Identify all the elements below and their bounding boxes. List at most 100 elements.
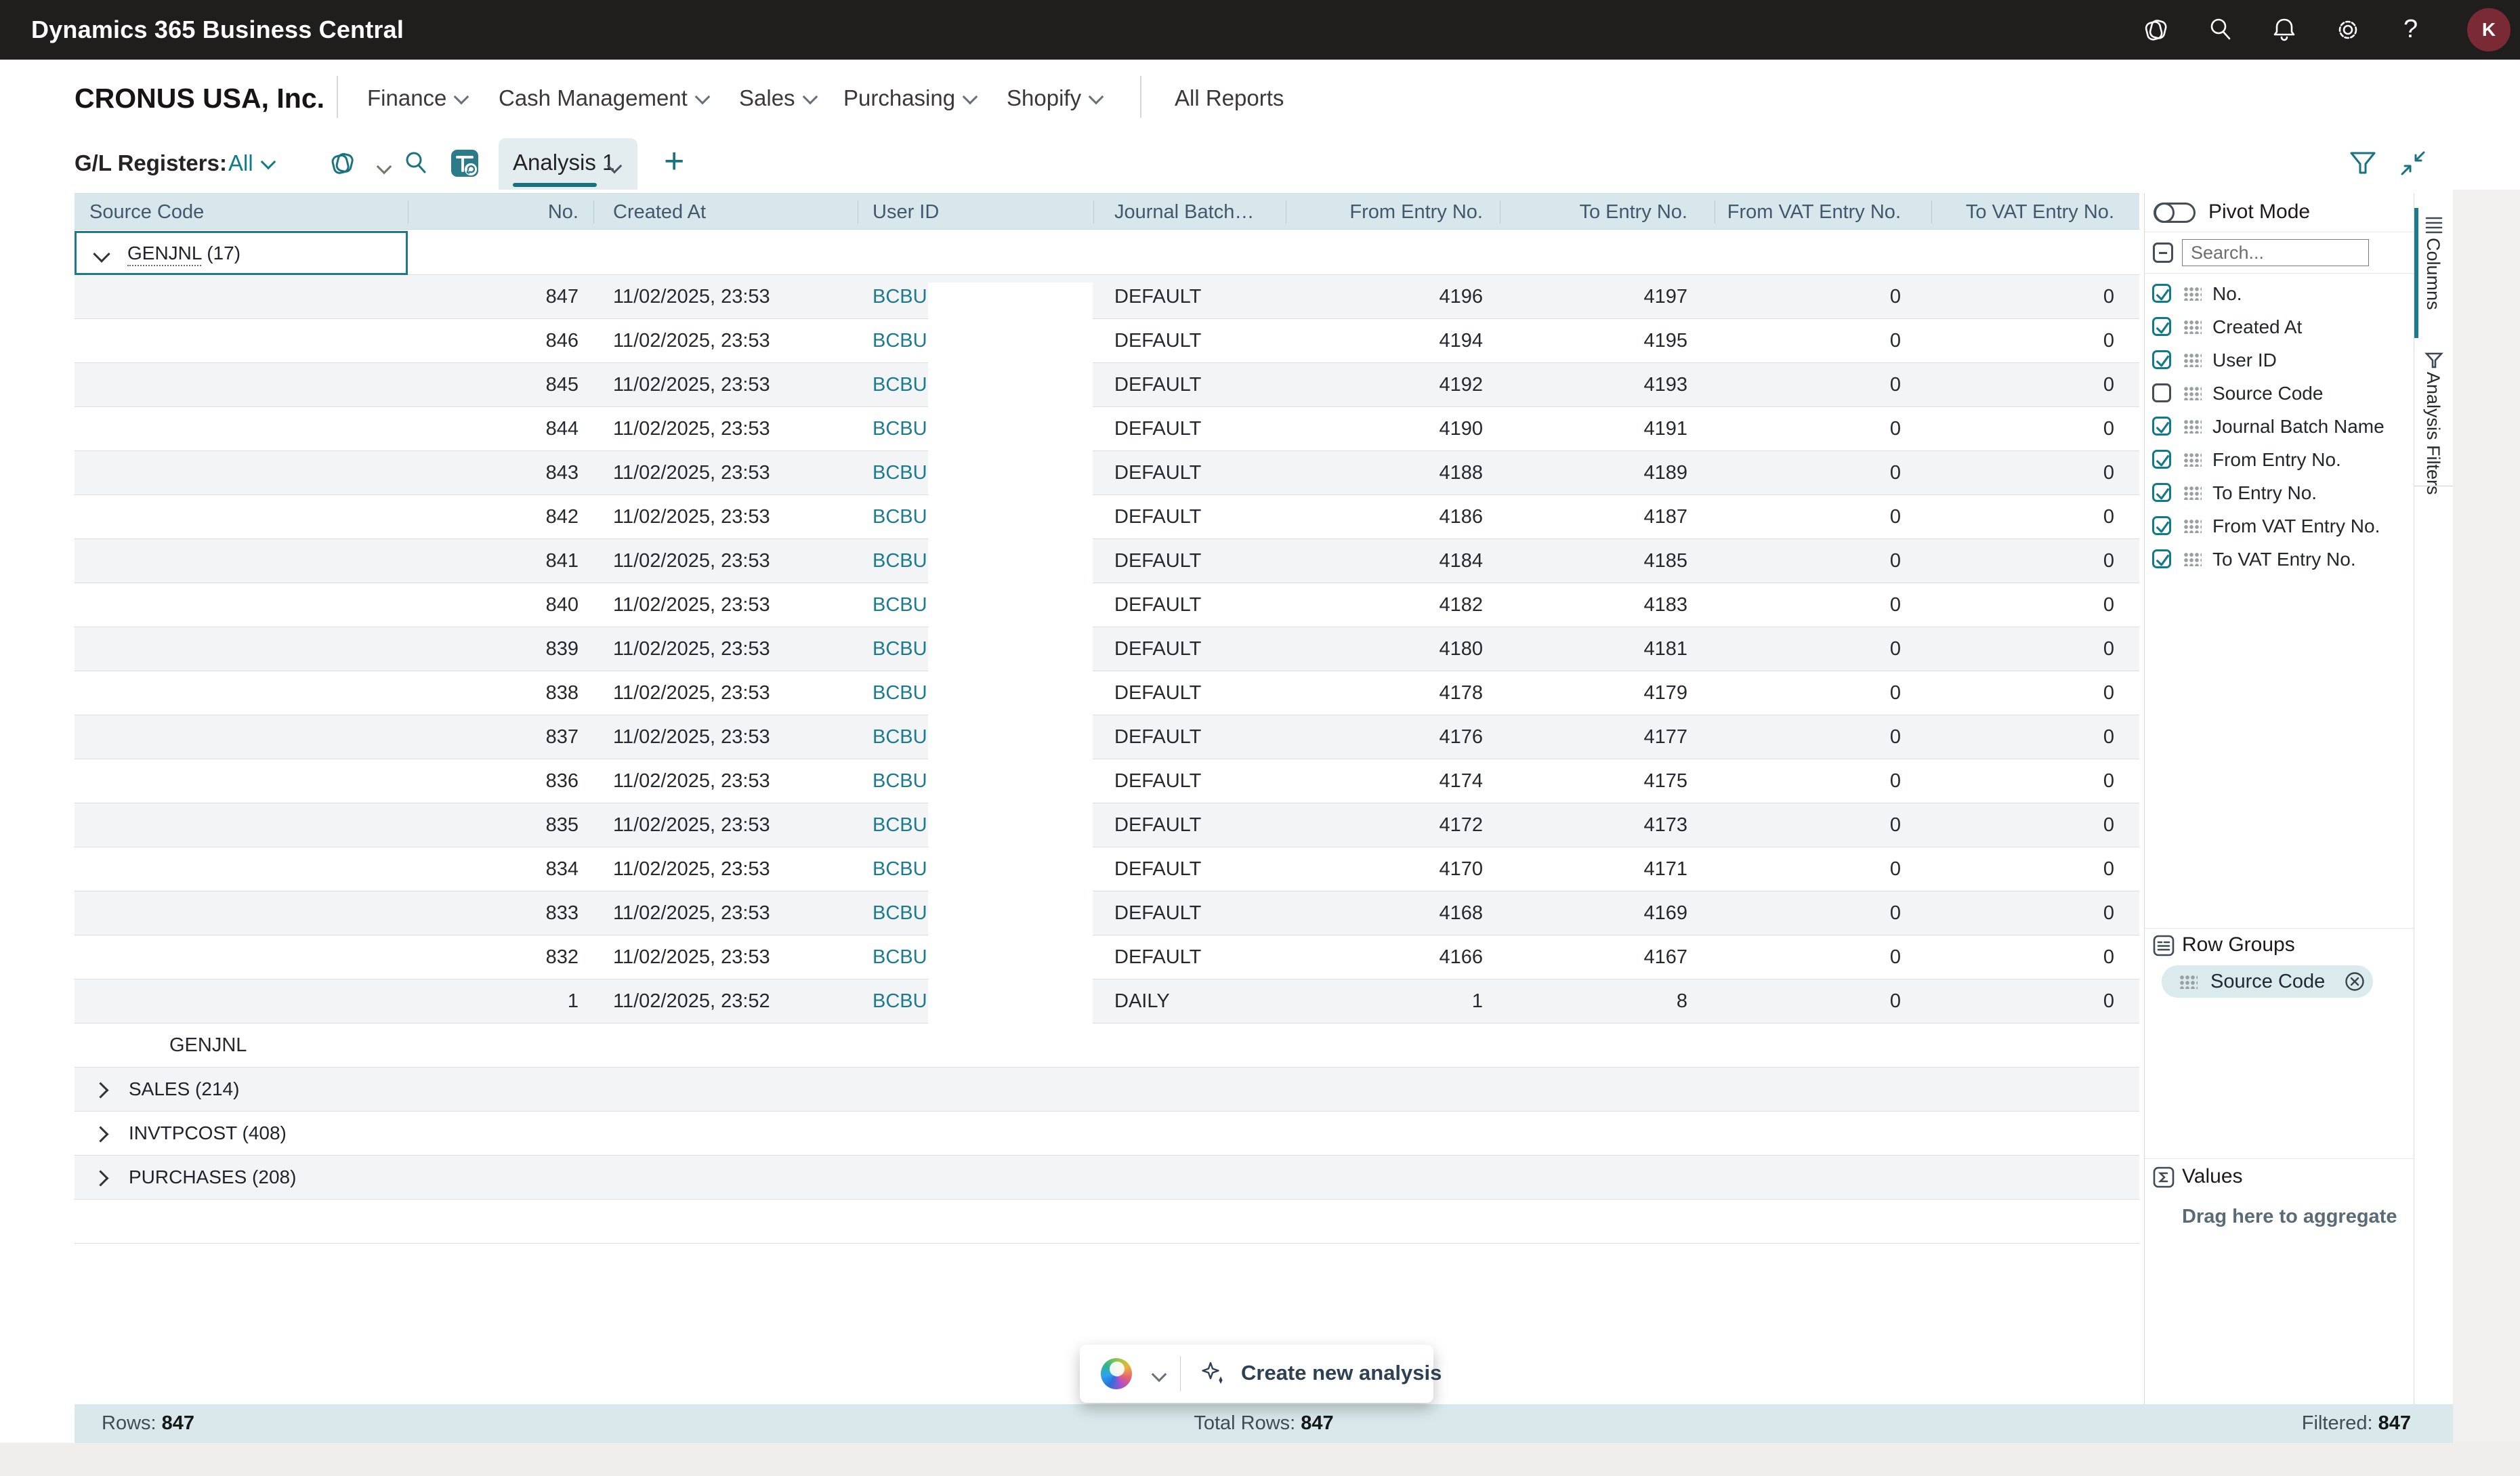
- checkbox-unchecked[interactable]: [2152, 383, 2171, 402]
- select-all-indeterminate-checkbox[interactable]: [2153, 243, 2173, 263]
- cell-created-at: 11/02/2025, 23:53: [613, 627, 770, 671]
- table-row[interactable]: 84211/02/2025, 23:53BCBUILDEFAULT4186418…: [75, 495, 2139, 539]
- copilot-logo-icon[interactable]: [1101, 1358, 1132, 1389]
- collapsed-group-row[interactable]: INVTPCOST (408): [75, 1112, 2139, 1156]
- nav-all-reports[interactable]: All Reports: [1175, 60, 1284, 137]
- drag-handle-icon[interactable]: [2183, 452, 2202, 467]
- pivot-mode-toggle[interactable]: [2154, 203, 2196, 223]
- drag-handle-icon[interactable]: [2183, 419, 2202, 434]
- create-new-analysis-button[interactable]: Create new analysis: [1241, 1345, 1442, 1403]
- drag-handle-icon[interactable]: [2183, 386, 2202, 400]
- tab-columns[interactable]: Columns: [2422, 238, 2443, 310]
- cell-journal-batch: DEFAULT: [1114, 539, 1201, 583]
- table-row[interactable]: 84511/02/2025, 23:53BCBUILDEFAULT4192419…: [75, 363, 2139, 407]
- nav-menu-finance[interactable]: Finance: [367, 60, 467, 137]
- group-header-row[interactable]: GENJNL (17): [75, 231, 2139, 275]
- chevron-down-icon[interactable]: [1152, 1367, 1167, 1383]
- cell-to-vat-entry: 0: [1911, 715, 2114, 759]
- col-header-to-vat-entry[interactable]: To VAT Entry No.: [1911, 194, 2114, 230]
- nav-menu-sales[interactable]: Sales: [739, 60, 816, 137]
- cell-from-entry: 4170: [1280, 847, 1483, 891]
- remove-group-icon[interactable]: [2345, 971, 2365, 992]
- drag-handle-icon[interactable]: [2183, 519, 2202, 533]
- copilot-icon[interactable]: [327, 148, 357, 178]
- table-row[interactable]: 84111/02/2025, 23:53BCBUILDEFAULT4184418…: [75, 539, 2139, 583]
- help-icon[interactable]: ?: [2403, 0, 2418, 60]
- company-name[interactable]: CRONUS USA, Inc.: [75, 60, 324, 137]
- group-header-cell-genjnl[interactable]: GENJNL (17): [75, 231, 408, 275]
- col-header-no[interactable]: No.: [375, 194, 579, 230]
- cell-created-at: 11/02/2025, 23:53: [613, 583, 770, 627]
- checkbox-checked[interactable]: [2152, 417, 2171, 436]
- drag-handle-icon[interactable]: [2179, 975, 2198, 989]
- col-header-journal-batch[interactable]: Journal Batch…: [1114, 194, 1254, 230]
- checkbox-checked[interactable]: [2152, 284, 2171, 303]
- chevron-collapsed-icon[interactable]: [92, 1126, 108, 1142]
- nav-menu-cash-management[interactable]: Cash Management: [499, 60, 708, 137]
- cell-to-entry: 4173: [1484, 803, 1687, 847]
- page-title: G/L Registers:: [75, 137, 227, 190]
- drag-handle-icon[interactable]: [2183, 486, 2202, 500]
- drag-handle-icon[interactable]: [2183, 353, 2202, 367]
- cell-from-entry: 4176: [1280, 715, 1483, 759]
- collapsed-group-row[interactable]: PURCHASES (208): [75, 1156, 2139, 1200]
- field-label: Created At: [2212, 310, 2302, 343]
- group-footer-label: GENJNL: [169, 1024, 247, 1068]
- settings-gear-icon[interactable]: [2333, 15, 2363, 45]
- table-row[interactable]: 83511/02/2025, 23:53BCBUILDEFAULT4172417…: [75, 803, 2139, 847]
- chevron-collapsed-icon[interactable]: [92, 1082, 108, 1098]
- table-row[interactable]: 84611/02/2025, 23:53BCBUILDEFAULT4194419…: [75, 319, 2139, 363]
- drag-handle-icon[interactable]: [2183, 287, 2202, 301]
- checkbox-checked[interactable]: [2152, 450, 2171, 469]
- col-header-to-entry[interactable]: To Entry No.: [1484, 194, 1687, 230]
- table-row[interactable]: 83611/02/2025, 23:53BCBUILDEFAULT4174417…: [75, 759, 2139, 803]
- drag-handle-icon[interactable]: [2183, 320, 2202, 334]
- cell-from-entry: 4178: [1280, 671, 1483, 715]
- table-row[interactable]: 84711/02/2025, 23:53BCBUILDEFAULT4196419…: [75, 275, 2139, 319]
- search-icon[interactable]: [2206, 15, 2235, 45]
- collapse-icon[interactable]: [2398, 148, 2428, 178]
- checkbox-checked[interactable]: [2152, 350, 2171, 369]
- col-header-created-at[interactable]: Created At: [613, 194, 706, 230]
- filter-icon[interactable]: [2348, 148, 2378, 178]
- col-header-from-vat-entry[interactable]: From VAT Entry No.: [1698, 194, 1901, 230]
- tab-analysis-filters[interactable]: Analysis Filters: [2422, 372, 2443, 495]
- table-row[interactable]: 84311/02/2025, 23:53BCBUILDEFAULT4188418…: [75, 451, 2139, 495]
- tab-analysis-1[interactable]: Analysis 1: [499, 138, 637, 190]
- checkbox-checked[interactable]: [2152, 516, 2171, 535]
- avatar[interactable]: K: [2467, 8, 2511, 51]
- row-group-pill-source-code[interactable]: Source Code: [2162, 965, 2373, 998]
- copilot-icon[interactable]: [2141, 15, 2170, 45]
- table-row[interactable]: 111/02/2025, 23:52BCBUILDAILY1800: [75, 979, 2139, 1024]
- table-row[interactable]: 83411/02/2025, 23:53BCBUILDEFAULT4170417…: [75, 847, 2139, 891]
- drag-handle-icon[interactable]: [2183, 552, 2202, 566]
- checkbox-checked[interactable]: [2152, 549, 2171, 568]
- table-row[interactable]: 83711/02/2025, 23:53BCBUILDEFAULT4176417…: [75, 715, 2139, 759]
- table-row[interactable]: 83911/02/2025, 23:53BCBUILDEFAULT4180418…: [75, 627, 2139, 671]
- col-header-from-entry[interactable]: From Entry No.: [1280, 194, 1483, 230]
- nav-menu-purchasing[interactable]: Purchasing: [843, 60, 975, 137]
- col-header-user-id[interactable]: User ID: [873, 194, 939, 230]
- nav-menu-shopify[interactable]: Shopify: [1007, 60, 1101, 137]
- table-row[interactable]: 83311/02/2025, 23:53BCBUILDEFAULT4168416…: [75, 891, 2139, 935]
- add-analysis-tab-button[interactable]: +: [664, 137, 684, 190]
- analysis-mode-icon[interactable]: [450, 148, 480, 178]
- notifications-bell-icon[interactable]: [2269, 15, 2299, 45]
- cell-no: 836: [375, 759, 579, 803]
- chevron-down-icon[interactable]: [377, 159, 392, 175]
- chevron-collapsed-icon[interactable]: [92, 1170, 108, 1186]
- table-row[interactable]: 83211/02/2025, 23:53BCBUILDEFAULT4166416…: [75, 935, 2139, 979]
- checkbox-checked[interactable]: [2152, 317, 2171, 336]
- scope-dropdown[interactable]: All: [228, 137, 274, 190]
- table-row[interactable]: 84411/02/2025, 23:53BCBUILDEFAULT4190419…: [75, 407, 2139, 451]
- search-icon[interactable]: [401, 148, 431, 178]
- checkbox-checked[interactable]: [2152, 483, 2171, 502]
- collapsed-group-row[interactable]: SALES (214): [75, 1068, 2139, 1112]
- table-row[interactable]: 83811/02/2025, 23:53BCBUILDEFAULT4178417…: [75, 671, 2139, 715]
- col-header-source-code[interactable]: Source Code: [89, 194, 204, 230]
- table-row[interactable]: 84011/02/2025, 23:53BCBUILDEFAULT4182418…: [75, 583, 2139, 627]
- cell-from-vat-entry: 0: [1698, 803, 1901, 847]
- chevron-expanded-icon[interactable]: [93, 245, 110, 262]
- field-search-input[interactable]: [2182, 239, 2369, 266]
- empty-row: [75, 1200, 2139, 1244]
